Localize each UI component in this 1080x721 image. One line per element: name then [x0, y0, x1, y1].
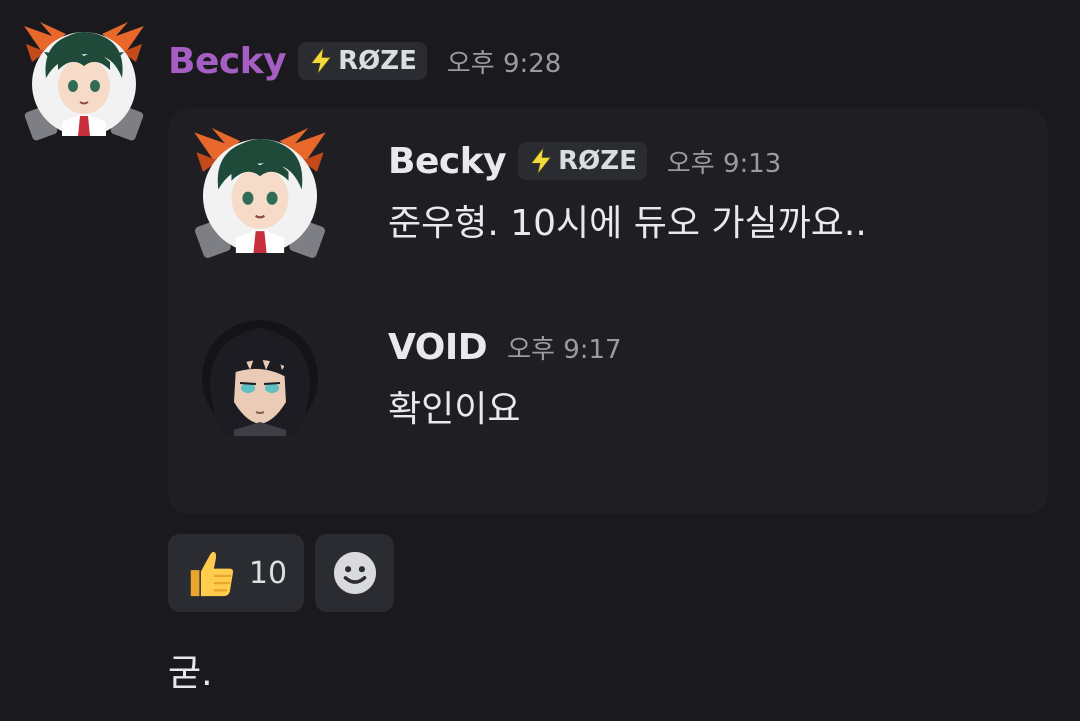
add-reaction-button[interactable] — [315, 534, 394, 612]
chat-message: Becky RØZE 오후 9:28 Becky RØZE 오후 9:13 준우… — [0, 0, 1080, 721]
message-text: 확인이요 — [388, 389, 521, 430]
lightning-bolt-icon — [530, 146, 553, 176]
thumbs-up-icon — [190, 551, 233, 597]
username[interactable]: Becky — [388, 141, 507, 182]
timestamp: 오후 9:17 — [507, 334, 622, 365]
embed-message-header: Becky RØZE 오후 9:13 — [388, 136, 781, 186]
tag-label: RØZE — [558, 146, 637, 176]
server-tag[interactable]: RØZE — [518, 142, 647, 180]
lightning-bolt-icon — [310, 46, 333, 76]
username[interactable]: VOID — [388, 327, 488, 368]
timestamp: 오후 9:13 — [666, 148, 782, 179]
avatar[interactable] — [22, 22, 146, 146]
add-reaction-smiley-icon — [333, 551, 376, 595]
server-tag[interactable]: RØZE — [298, 42, 427, 80]
avatar[interactable] — [200, 318, 320, 438]
embed-message: Becky RØZE 오후 9:13 준우형. 10시에 듀오 가실까요.. — [192, 128, 1012, 278]
forwarded-embed[interactable]: Becky RØZE 오후 9:13 준우형. 10시에 듀오 가실까요.. V… — [168, 108, 1048, 514]
message-header: Becky RØZE 오후 9:28 — [168, 34, 561, 88]
embed-message-header: VOID 오후 9:17 — [388, 322, 622, 372]
username[interactable]: Becky — [168, 41, 287, 82]
tag-label: RØZE — [338, 46, 417, 76]
message-text: 굳. — [168, 653, 213, 694]
reaction-thumbs-up[interactable]: 10 — [168, 534, 304, 612]
message-text: 준우형. 10시에 듀오 가실까요.. — [388, 203, 867, 244]
reaction-count: 10 — [248, 555, 288, 591]
avatar[interactable] — [192, 128, 328, 264]
embed-message: VOID 오후 9:17 확인이요 — [192, 314, 1012, 464]
timestamp: 오후 9:28 — [446, 48, 562, 79]
